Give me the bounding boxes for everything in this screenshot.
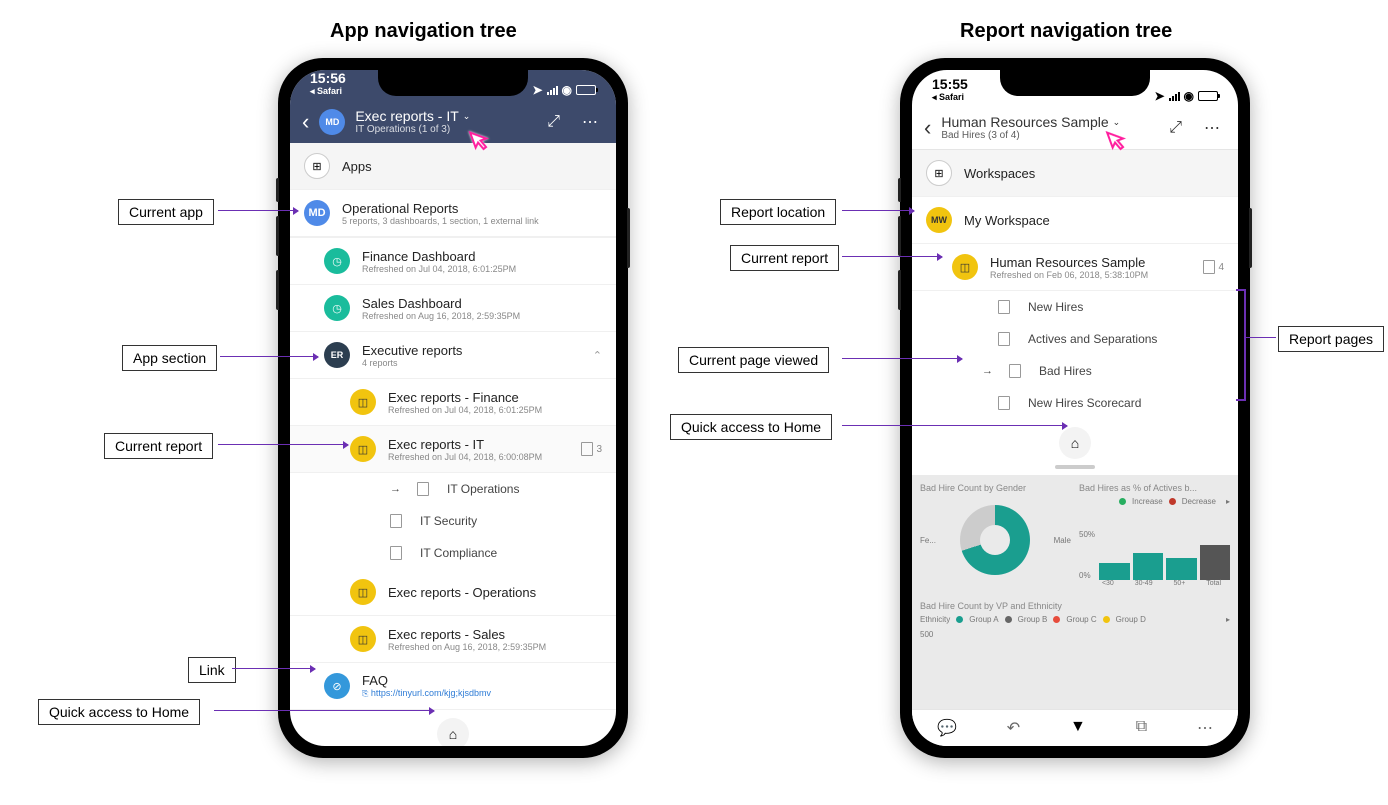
app-avatar: MD [304,200,330,226]
filter-icon[interactable]: ▼ [1070,718,1086,738]
callout-link: Link [188,657,236,683]
link-row[interactable]: ⊘ FAQ ⎘ https://tinyurl.com/kjg;kjsdbmv [290,663,616,710]
callout-app-section: App section [122,345,217,371]
report-row[interactable]: ◫ Exec reports - Finance Refreshed on Ju… [290,379,616,426]
header-subtitle: IT Operations (1 of 3) [355,124,531,135]
status-time: 15:55 [932,76,968,92]
battery-icon [1198,91,1218,101]
report-icon: ◫ [350,579,376,605]
location-icon: ➤ [1154,89,1164,103]
header-title-dropdown[interactable]: Human Resources Sample ⌄ [941,114,1153,130]
apps-icon: ⊞ [304,153,330,179]
undo-icon[interactable]: ↶ [1007,718,1020,738]
report-header: ‹ Human Resources Sample ⌄ Bad Hires (3 … [912,106,1238,150]
chart-title: Bad Hire Count by VP and Ethnicity [920,601,1230,611]
home-button[interactable]: ⌂ [1059,427,1091,459]
expand-icon[interactable]: ⤢ [1163,119,1188,137]
report-icon: ◫ [350,389,376,415]
callout-report-location: Report location [720,199,836,225]
report-page[interactable]: New Hires [912,291,1238,323]
callout-quick-home-right: Quick access to Home [670,414,832,440]
wifi-icon: ◉ [1184,89,1194,103]
callout-current-report-right: Current report [730,245,839,271]
status-back-safari[interactable]: ◂ Safari [310,86,342,97]
left-phone: 15:56 ◂ Safari ➤ ◉ ‹ MD Exec reports - I… [278,58,628,758]
app-title: Operational Reports [342,201,602,216]
callout-current-page: Current page viewed [678,347,829,373]
header-title-dropdown[interactable]: Exec reports - IT ⌄ [355,108,531,124]
signal-icon [547,86,558,95]
page-icon [390,514,402,528]
right-phone: 15:55 ◂ Safari ➤ ◉ ‹ Human Resources Sam… [900,58,1250,758]
home-button[interactable]: ⌂ [437,718,469,746]
pages-icon[interactable]: ⧉ [1136,718,1147,738]
status-back-safari[interactable]: ◂ Safari [932,92,964,103]
workspace-avatar: MW [926,207,952,233]
donut-chart [960,505,1030,575]
expand-icon[interactable]: ⤢ [541,113,566,131]
current-app-row[interactable]: MD Operational Reports 5 reports, 3 dash… [290,190,616,237]
wifi-icon: ◉ [562,83,572,97]
drag-handle[interactable] [1055,465,1095,469]
page-icon [390,546,402,560]
back-button[interactable]: ‹ [302,109,309,135]
dashboard-row[interactable]: ◷ Sales Dashboard Refreshed on Aug 16, 2… [290,285,616,332]
page-count-badge: 4 [1203,260,1224,274]
chart-title: Bad Hire Count by Gender [920,483,1071,493]
chevron-up-icon[interactable]: ⌃ [593,349,602,362]
more-icon[interactable]: ⋯ [576,112,604,132]
page-icon [1009,364,1021,378]
status-time: 15:56 [310,70,346,86]
callout-quick-home: Quick access to Home [38,699,200,725]
callout-current-app: Current app [118,199,214,225]
workspace-row[interactable]: MW My Workspace [912,197,1238,244]
report-preview: Bad Hire Count by Gender Fe... Male Bad … [912,475,1238,709]
report-page[interactable]: IT Security [290,505,616,537]
right-title: Report navigation tree [960,20,1172,43]
app-section-row[interactable]: ER Executive reports 4 reports ⌃ [290,332,616,379]
report-row[interactable]: ◫ Exec reports - Operations [290,569,616,616]
workspaces-icon: ⊞ [926,160,952,186]
report-page[interactable]: New Hires Scorecard [912,387,1238,419]
current-report-row[interactable]: ◫ Exec reports - IT Refreshed on Jul 04,… [290,426,616,473]
current-report-row[interactable]: ◫ Human Resources Sample Refreshed on Fe… [912,244,1238,291]
app-header: ‹ MD Exec reports - IT ⌄ IT Operations (… [290,100,616,143]
workspaces-row[interactable]: ⊞ Workspaces [912,150,1238,197]
link-icon: ⊘ [324,673,350,699]
signal-icon [1169,92,1180,101]
left-title: App navigation tree [330,20,517,43]
header-subtitle: Bad Hires (3 of 4) [941,130,1153,141]
report-page[interactable]: Actives and Separations [912,323,1238,355]
page-icon [417,482,429,496]
app-subtitle: 5 reports, 3 dashboards, 1 section, 1 ex… [342,216,602,226]
dashboard-icon: ◷ [324,295,350,321]
callout-report-pages: Report pages [1278,326,1384,352]
report-page-current[interactable]: IT Operations [290,473,616,505]
apps-row[interactable]: ⊞ Apps [290,143,616,190]
page-count-badge: 3 [581,442,602,456]
chart-title: Bad Hires as % of Actives b... [1079,483,1230,493]
dashboard-row[interactable]: ◷ Finance Dashboard Refreshed on Jul 04,… [290,238,616,285]
report-row[interactable]: ◫ Exec reports - Sales Refreshed on Aug … [290,616,616,663]
dashboard-icon: ◷ [324,248,350,274]
battery-icon [576,85,596,95]
location-icon: ➤ [532,83,542,97]
report-icon: ◫ [350,626,376,652]
report-icon: ◫ [350,436,376,462]
section-avatar: ER [324,342,350,368]
more-icon[interactable]: ⋯ [1198,118,1226,138]
bar-chart [1099,530,1230,580]
page-icon [998,332,1010,346]
page-icon [998,396,1010,410]
comment-icon[interactable]: 💬 [937,718,957,738]
header-avatar: MD [319,109,345,135]
bottom-nav: 💬 ↶ ▼ ⧉ ⋯ [912,709,1238,746]
report-page[interactable]: IT Compliance [290,537,616,569]
report-icon: ◫ [952,254,978,280]
more-icon[interactable]: ⋯ [1197,718,1213,738]
back-button[interactable]: ‹ [924,115,931,141]
page-icon [998,300,1010,314]
callout-current-report: Current report [104,433,213,459]
